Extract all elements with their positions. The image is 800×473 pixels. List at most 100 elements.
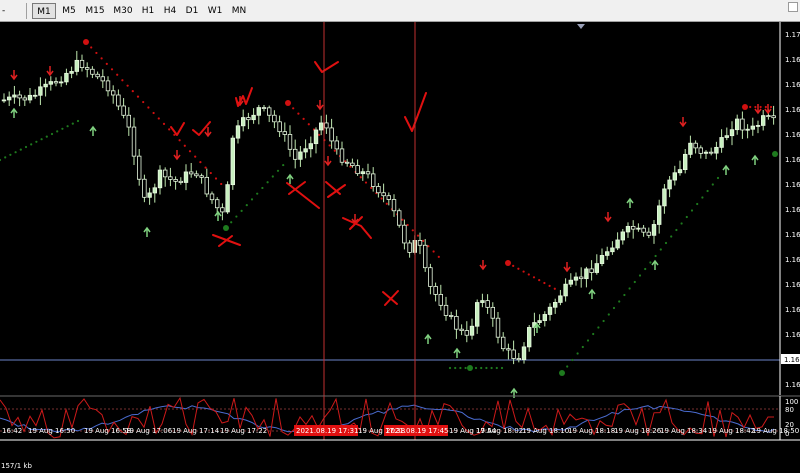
- candle-body: [27, 94, 33, 101]
- sar-dot: [607, 313, 610, 316]
- timeframe-mn-button[interactable]: MN: [228, 3, 250, 19]
- sar-dot: [142, 100, 145, 104]
- candle-body: [178, 180, 183, 183]
- candle-body: [251, 114, 256, 121]
- sar-dot: [126, 84, 129, 87]
- candle-body: [766, 115, 771, 117]
- sar-dot: [464, 366, 467, 370]
- sar-start-dot: [772, 151, 778, 157]
- sar-dot: [147, 106, 150, 109]
- sar-dot: [256, 192, 259, 195]
- candle-body: [287, 134, 293, 150]
- timeframe-w1-button[interactable]: W1: [204, 3, 226, 19]
- sar-dot: [759, 105, 762, 109]
- sar-dot: [628, 287, 631, 290]
- window-corner-box[interactable]: [788, 2, 798, 12]
- candle-body: [703, 151, 709, 154]
- price-label: 1.16: [785, 106, 800, 114]
- sar-dot: [131, 90, 134, 93]
- sar-dot: [401, 218, 404, 221]
- candle-body: [610, 247, 615, 253]
- price-label: 1.16: [785, 306, 800, 314]
- sar-dot: [214, 177, 218, 180]
- candle-body: [594, 263, 599, 273]
- sar-dot: [474, 366, 478, 370]
- candle-body: [516, 358, 521, 361]
- candle-body: [396, 210, 402, 226]
- candle-body: [136, 155, 142, 180]
- candle-body: [714, 146, 719, 154]
- sar-dot: [40, 138, 43, 141]
- candle-body: [495, 317, 501, 338]
- timeframe-m30-button[interactable]: M30: [110, 3, 136, 19]
- sar-dot: [696, 202, 699, 206]
- candle-body: [506, 348, 511, 351]
- candle-body: [318, 122, 324, 131]
- sar-dot: [749, 105, 752, 109]
- sar-dot: [50, 132, 54, 136]
- price-label: 1.16: [785, 156, 800, 164]
- sar-dot: [576, 352, 579, 355]
- timeframe-d1-button[interactable]: D1: [182, 3, 202, 19]
- sar-dot: [685, 215, 688, 219]
- candle-body: [568, 279, 573, 285]
- sar-dot: [566, 365, 569, 368]
- timeframe-h4-button[interactable]: H4: [160, 3, 180, 19]
- timeframe-m5-button[interactable]: M5: [58, 3, 80, 19]
- candle-body: [147, 192, 152, 198]
- sar-dot: [422, 239, 425, 243]
- timeframe-m1-button[interactable]: M1: [32, 3, 56, 19]
- time-label: 19 Aug 17:22: [220, 427, 267, 435]
- candle-body: [292, 148, 298, 160]
- candle-body: [511, 349, 516, 359]
- candle-body: [625, 225, 631, 233]
- sar-dot: [45, 135, 48, 138]
- candle-body: [324, 122, 329, 129]
- sar-dot: [152, 111, 155, 115]
- candle-body: [313, 129, 319, 145]
- candle-body: [272, 114, 277, 123]
- candle-body: [282, 131, 287, 135]
- toolbar-separator: [26, 3, 27, 19]
- sar-dot: [250, 198, 254, 201]
- candle-body: [417, 240, 423, 246]
- sar-start-dot: [742, 104, 748, 110]
- candle-body: [365, 171, 371, 175]
- time-label: 19 Aug 17:06: [125, 427, 173, 435]
- sar-dot: [581, 345, 584, 349]
- osc-level-label: 100: [785, 398, 798, 406]
- candle-body: [360, 171, 365, 175]
- sar-dot: [618, 300, 621, 303]
- toolbar-menu-control[interactable]: -: [2, 3, 22, 19]
- timeframe-h1-button[interactable]: H1: [138, 3, 158, 19]
- sar-dot: [266, 181, 269, 184]
- sar-dot: [121, 79, 124, 82]
- sar-dot: [230, 221, 233, 224]
- candle-body: [573, 276, 579, 281]
- candle-body: [370, 173, 376, 187]
- candle-body: [558, 295, 563, 303]
- candle-body: [38, 86, 43, 96]
- candle-body: [761, 115, 766, 126]
- candle-body: [755, 125, 761, 127]
- price-chart[interactable]: 1.17 1.16 1.16 1.16 1.16 1.16 1.16 1.16 …: [0, 22, 800, 473]
- candle-body: [152, 187, 157, 194]
- candle-body: [381, 192, 386, 197]
- sar-dot: [271, 175, 274, 178]
- candle-body: [334, 140, 339, 150]
- sar-start-dot: [505, 260, 511, 266]
- sar-dot: [276, 169, 280, 172]
- candle-body: [339, 148, 345, 163]
- timeframe-m15-button[interactable]: M15: [82, 3, 108, 19]
- sar-dot: [680, 222, 683, 225]
- candle-body: [95, 73, 100, 78]
- candle-body: [688, 142, 693, 155]
- price-label: 1.16: [785, 56, 800, 64]
- sar-start-dot: [559, 370, 565, 376]
- sar-dot: [690, 209, 694, 212]
- candle-body: [620, 231, 625, 241]
- sar-dot: [644, 267, 647, 271]
- candle-body: [90, 68, 95, 75]
- candle-body: [563, 283, 568, 297]
- candle-body: [235, 125, 241, 139]
